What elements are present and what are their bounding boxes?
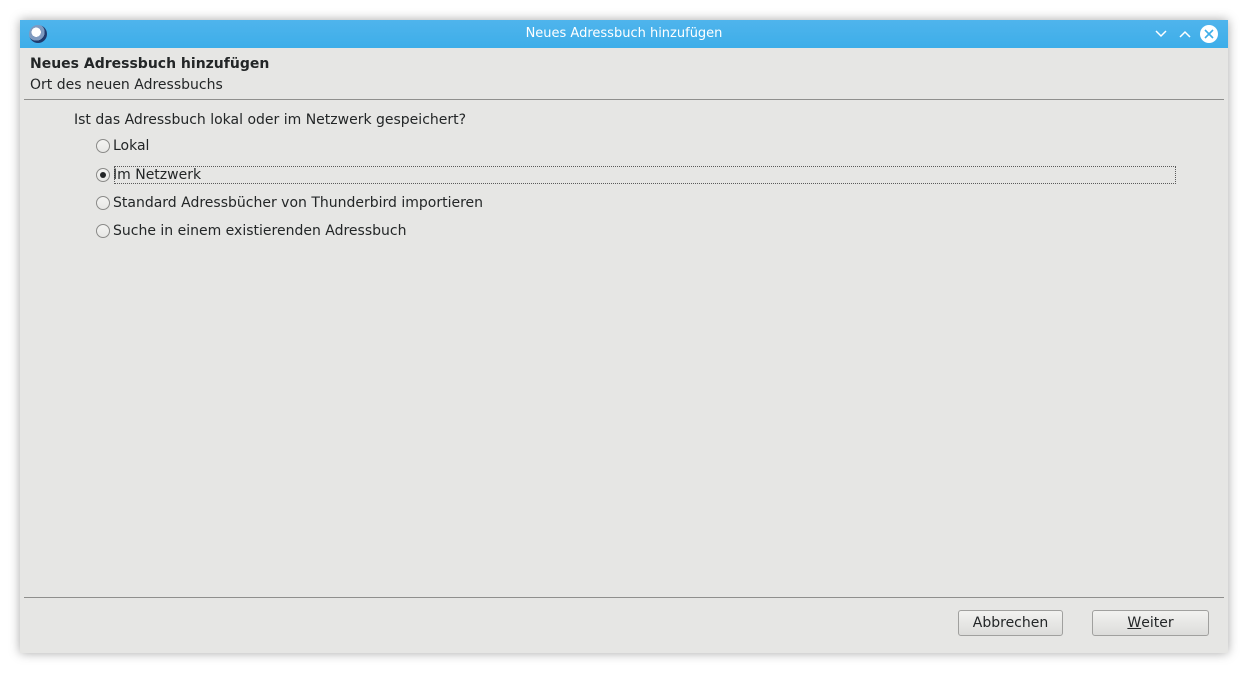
radio-button-checked-icon[interactable] bbox=[96, 168, 110, 182]
next-button[interactable]: Weiter bbox=[1092, 610, 1209, 636]
minimize-button[interactable] bbox=[1151, 24, 1171, 44]
radio-option-lokal[interactable]: Lokal bbox=[96, 136, 149, 156]
page-title: Neues Adressbuch hinzufügen bbox=[30, 56, 270, 72]
header-divider bbox=[24, 99, 1224, 100]
dialog-window: Neues Adressbuch hinzufügen Neues Adress… bbox=[20, 20, 1228, 653]
window-title: Neues Adressbuch hinzufügen bbox=[525, 26, 723, 41]
page-subtitle: Ort des neuen Adressbuchs bbox=[30, 77, 223, 93]
wizard-header: Neues Adressbuch hinzufügen Ort des neue… bbox=[30, 55, 1220, 94]
radio-label[interactable]: Lokal bbox=[113, 137, 149, 155]
title-bar[interactable]: Neues Adressbuch hinzufügen bbox=[20, 20, 1228, 48]
radio-option-existing-search[interactable]: Suche in einem existierenden Adressbuch bbox=[96, 221, 406, 241]
close-button[interactable] bbox=[1200, 25, 1218, 43]
footer-divider bbox=[24, 597, 1224, 598]
mnemonic-letter: W bbox=[1127, 615, 1142, 631]
radio-button-icon[interactable] bbox=[96, 224, 110, 238]
radio-option-thunderbird-import[interactable]: Standard Adressbücher von Thunderbird im… bbox=[96, 193, 483, 213]
radio-label[interactable]: Standard Adressbücher von Thunderbird im… bbox=[113, 194, 483, 212]
chevron-down-icon bbox=[1155, 30, 1167, 38]
radio-button-icon[interactable] bbox=[96, 196, 110, 210]
close-icon bbox=[1204, 29, 1214, 39]
radio-option-netzwerk[interactable]: Im Netzwerk bbox=[96, 165, 201, 185]
maximize-button[interactable] bbox=[1175, 24, 1195, 44]
radio-button-icon[interactable] bbox=[96, 139, 110, 153]
cancel-button[interactable]: Abbrechen bbox=[958, 610, 1063, 636]
radio-label[interactable]: Suche in einem existierenden Adressbuch bbox=[113, 222, 406, 240]
next-label-rest: eiter bbox=[1141, 615, 1174, 631]
radio-label[interactable]: Im Netzwerk bbox=[113, 166, 201, 184]
chevron-up-icon bbox=[1179, 30, 1191, 38]
focus-indicator bbox=[114, 166, 1176, 184]
location-question: Ist das Adressbuch lokal oder im Netzwer… bbox=[74, 112, 467, 128]
